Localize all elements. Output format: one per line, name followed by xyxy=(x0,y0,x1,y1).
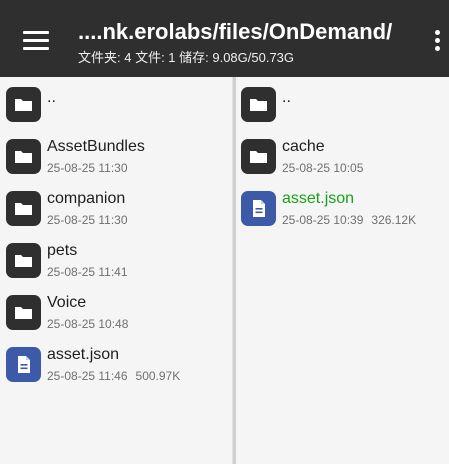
file-date: 25-08-25 11:41 xyxy=(47,265,128,279)
file-name: AssetBundles xyxy=(47,138,145,155)
hamburger-menu-icon[interactable] xyxy=(15,24,57,56)
folder-icon xyxy=(6,139,41,174)
list-item-folder[interactable]: AssetBundles 25-08-25 11:30 xyxy=(0,129,233,181)
list-item-file[interactable]: asset.json 25-08-25 11:46 500.97K xyxy=(0,337,233,389)
list-item-folder[interactable]: cache 25-08-25 10:05 xyxy=(236,129,449,181)
file-meta: 25-08-25 11:46 500.97K xyxy=(47,369,180,383)
more-vert-icon[interactable] xyxy=(425,26,449,56)
file-name: cache xyxy=(282,138,325,155)
list-item-folder[interactable]: pets 25-08-25 11:41 xyxy=(0,233,233,285)
file-name: .. xyxy=(47,89,56,106)
document-icon xyxy=(6,347,41,382)
list-item-folder[interactable]: Voice 25-08-25 10:48 xyxy=(0,285,233,337)
right-file-pane[interactable]: .. cache 25-08-25 10:05 asset.json 25-08… xyxy=(236,77,449,464)
folder-icon xyxy=(6,87,41,122)
list-item-parent-dir[interactable]: .. xyxy=(0,77,233,129)
list-item-parent-dir[interactable]: .. xyxy=(236,77,449,129)
file-name: Voice xyxy=(47,294,87,311)
file-date: 25-08-25 11:46 xyxy=(47,369,128,383)
folder-icon xyxy=(241,87,276,122)
file-name-highlighted: asset.json xyxy=(282,190,355,207)
file-date: 25-08-25 10:48 xyxy=(47,317,129,331)
list-item-folder[interactable]: companion 25-08-25 11:30 xyxy=(0,181,233,233)
folder-icon xyxy=(6,191,41,226)
storage-summary: 文件夹: 4 文件: 1 储存: 9.08G/50.73G xyxy=(78,50,295,65)
file-name: .. xyxy=(282,89,291,106)
left-file-pane[interactable]: .. AssetBundles 25-08-25 11:30 companion… xyxy=(0,77,233,464)
file-date: 25-08-25 10:39 xyxy=(282,213,364,227)
file-size: 500.97K xyxy=(135,369,181,383)
file-name: asset.json xyxy=(47,346,120,363)
file-date: 25-08-25 10:05 xyxy=(282,161,364,175)
list-item-file[interactable]: asset.json 25-08-25 10:39 326.12K xyxy=(236,181,449,233)
top-toolbar: ....nk.erolabs/files/OnDemand/ 文件夹: 4 文件… xyxy=(0,0,449,77)
folder-icon xyxy=(6,295,41,330)
file-date: 25-08-25 11:30 xyxy=(47,213,128,227)
file-size: 326.12K xyxy=(371,213,417,227)
file-meta: 25-08-25 10:39 326.12K xyxy=(282,213,416,227)
file-date: 25-08-25 11:30 xyxy=(47,161,128,175)
folder-icon xyxy=(6,243,41,278)
file-name: companion xyxy=(47,190,126,207)
document-icon xyxy=(241,191,276,226)
folder-icon xyxy=(241,139,276,174)
current-path-title: ....nk.erolabs/files/OnDemand/ xyxy=(78,19,393,44)
file-name: pets xyxy=(47,242,78,259)
